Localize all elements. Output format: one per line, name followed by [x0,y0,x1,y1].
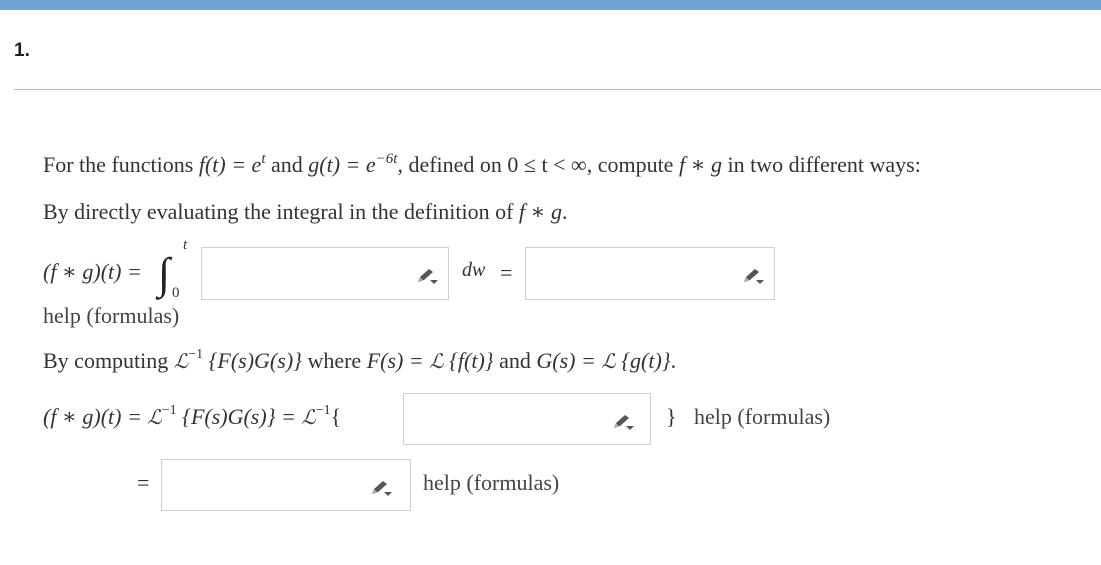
intro-part: , defined on [397,152,508,177]
part2-heading: By computing ℒ−1 {F(s)G(s)} where F(s) =… [43,347,677,374]
product-input[interactable] [403,393,651,445]
laplace-symbol: ℒ [173,349,189,373]
part2-equation: (f ∗ g)(t) = ℒ−1 {F(s)G(s)} = ℒ−1{ [43,403,342,430]
laplace-symbol: ℒ [301,405,316,429]
part2-text: where [301,348,367,373]
help-formulas-link[interactable]: help (formulas) [694,404,830,430]
convolution-expr: f ∗ g [678,152,723,177]
inverse-exponent: −1 [161,403,177,418]
help-formulas-link[interactable]: help (formulas) [43,303,179,329]
F-expr: {f(t)} [443,348,494,373]
integral-result-input[interactable] [525,247,775,300]
part2-text: and [493,348,537,373]
period: . [562,199,568,224]
pencil-icon[interactable] [416,267,438,285]
part2-text: By computing [43,348,174,373]
intro-part: in two different ways: [722,152,921,177]
part1-heading: By directly evaluating the integral in t… [43,199,568,225]
product-expr: {F(s)G(s)} = [176,404,302,429]
g-exponent: −6t [375,151,398,167]
pencil-icon[interactable] [612,413,634,431]
open-brace: { [330,404,342,429]
part1-text: By directly evaluating the integral in t… [43,199,519,224]
intro-part: For the functions [43,152,199,177]
question-number: 1. [14,40,30,61]
help-formulas-link[interactable]: help (formulas) [423,470,559,496]
convolution-lhs: (f ∗ g)(t) = [43,404,148,429]
intro-text: For the functions f(t) = et and g(t) = e… [43,151,921,178]
equals-sign: = [500,260,513,285]
G-expr: {g(t)} [615,348,671,373]
close-brace: } [666,404,677,429]
laplace-symbol: ℒ [147,405,162,429]
F-definition: F(s) = [366,348,430,373]
integral-upper-limit: t [183,237,188,253]
integral-lhs: (f ∗ g)(t) = [43,259,142,284]
integral-sign: ∫ [158,249,171,298]
G-definition: G(s) = [536,348,602,373]
divider [14,89,1101,90]
laplace-symbol: ℒ [601,349,616,373]
dw-label: dw [462,259,486,281]
f-exponent: t [261,151,266,167]
inverse-exponent: −1 [315,403,331,418]
convolution-expr: f ∗ g [518,199,562,224]
pencil-icon[interactable] [742,267,764,285]
product-expr: {F(s)G(s)} [203,348,302,373]
intro-part: and [265,152,309,177]
domain: 0 ≤ t < ∞ [507,152,587,177]
integral-lower-limit: 0 [172,285,180,301]
equals-sign: = [137,470,150,495]
laplace-symbol: ℒ [429,349,444,373]
f-definition: f(t) = e [198,152,262,177]
final-result-input[interactable] [161,459,411,511]
top-accent-bar [0,0,1101,10]
intro-part: , compute [586,152,679,177]
g-definition: g(t) = e [308,152,376,177]
pencil-icon[interactable] [370,479,392,497]
period: . [670,348,677,373]
integrand-input[interactable] [201,247,449,300]
inverse-exponent: −1 [188,347,204,362]
